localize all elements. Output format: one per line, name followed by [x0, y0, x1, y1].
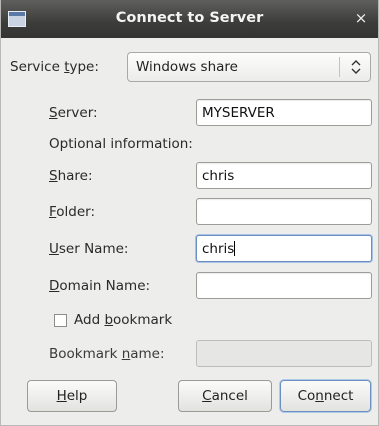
service-type-label: Service type: — [10, 59, 99, 75]
title-bar[interactable]: Connect to Server × — [1, 0, 378, 38]
folder-input[interactable] — [196, 198, 372, 225]
domain-name-input[interactable] — [196, 272, 372, 299]
text-cursor — [234, 241, 236, 256]
combo-separator — [339, 57, 340, 77]
share-value: chris — [202, 168, 235, 184]
close-icon[interactable]: × — [352, 8, 370, 28]
folder-label: Folder: — [49, 204, 96, 220]
server-input[interactable]: MYSERVER — [196, 99, 372, 126]
cancel-button[interactable]: Cancel — [178, 380, 272, 412]
domain-name-label: Domain Name: — [49, 278, 151, 294]
share-input[interactable]: chris — [196, 162, 372, 189]
add-bookmark-label[interactable]: Add bookmark — [74, 312, 172, 328]
connect-button[interactable]: Connect — [280, 380, 371, 412]
window-title: Connect to Server — [115, 10, 264, 26]
share-label: Share: — [49, 168, 93, 184]
help-button[interactable]: Help — [27, 380, 117, 412]
user-name-value: chris — [202, 241, 236, 257]
service-type-value: Windows share — [136, 59, 238, 75]
connect-to-server-dialog: Connect to Server × Service type: Window… — [0, 0, 379, 426]
optional-information-heading: Optional information: — [49, 136, 193, 152]
bookmark-name-input — [196, 340, 372, 367]
server-label: Server: — [49, 105, 98, 121]
user-name-label: User Name: — [49, 241, 129, 257]
chevron-up-down-icon — [351, 57, 361, 78]
add-bookmark-checkbox[interactable] — [54, 314, 67, 327]
bookmark-name-label: Bookmark name: — [49, 346, 165, 362]
service-type-select[interactable]: Windows share — [127, 52, 371, 82]
user-name-input[interactable]: chris — [196, 235, 372, 262]
server-value: MYSERVER — [202, 105, 275, 121]
